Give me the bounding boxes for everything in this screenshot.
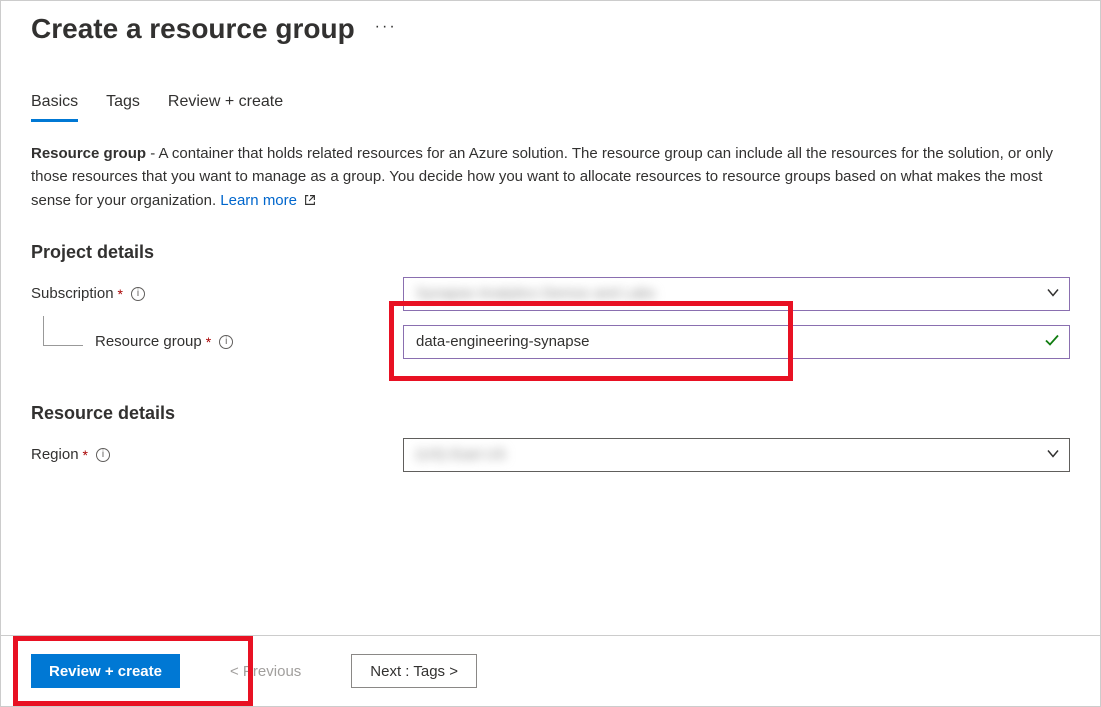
description-text: Resource group - A container that holds … bbox=[31, 142, 1070, 214]
info-icon[interactable]: i bbox=[131, 287, 145, 301]
region-dropdown[interactable]: (US) East US bbox=[403, 438, 1070, 472]
next-button[interactable]: Next : Tags > bbox=[351, 654, 477, 688]
tab-basics[interactable]: Basics bbox=[31, 93, 78, 122]
resource-group-label: Resource group bbox=[95, 333, 202, 350]
region-label: Region bbox=[31, 446, 79, 463]
resource-group-input[interactable] bbox=[403, 325, 1070, 359]
subscription-dropdown[interactable]: Synapse Analytics Demos and Labs bbox=[403, 277, 1070, 311]
resource-details-header: Resource details bbox=[31, 403, 1070, 424]
tabs-bar: Basics Tags Review + create bbox=[31, 93, 1070, 122]
required-indicator: * bbox=[118, 286, 123, 302]
subscription-label: Subscription bbox=[31, 285, 114, 302]
info-icon[interactable]: i bbox=[96, 448, 110, 462]
footer-bar: Review + create < Previous Next : Tags > bbox=[1, 635, 1100, 706]
description-bold: Resource group bbox=[31, 145, 146, 162]
required-indicator: * bbox=[83, 447, 88, 463]
review-create-button[interactable]: Review + create bbox=[31, 654, 180, 688]
external-link-icon bbox=[303, 191, 317, 214]
previous-button: < Previous bbox=[212, 654, 319, 688]
required-indicator: * bbox=[206, 334, 211, 350]
tab-tags[interactable]: Tags bbox=[106, 93, 140, 122]
learn-more-link[interactable]: Learn more bbox=[220, 192, 297, 209]
tab-review-create[interactable]: Review + create bbox=[168, 93, 283, 122]
subscription-value: Synapse Analytics Demos and Labs bbox=[416, 285, 655, 302]
description-body: - A container that holds related resourc… bbox=[31, 145, 1053, 209]
page-title: Create a resource group bbox=[31, 13, 355, 45]
region-value: (US) East US bbox=[416, 446, 506, 463]
more-actions-icon[interactable]: ··· bbox=[375, 18, 397, 40]
indent-line bbox=[43, 316, 83, 346]
project-details-header: Project details bbox=[31, 242, 1070, 263]
info-icon[interactable]: i bbox=[219, 335, 233, 349]
